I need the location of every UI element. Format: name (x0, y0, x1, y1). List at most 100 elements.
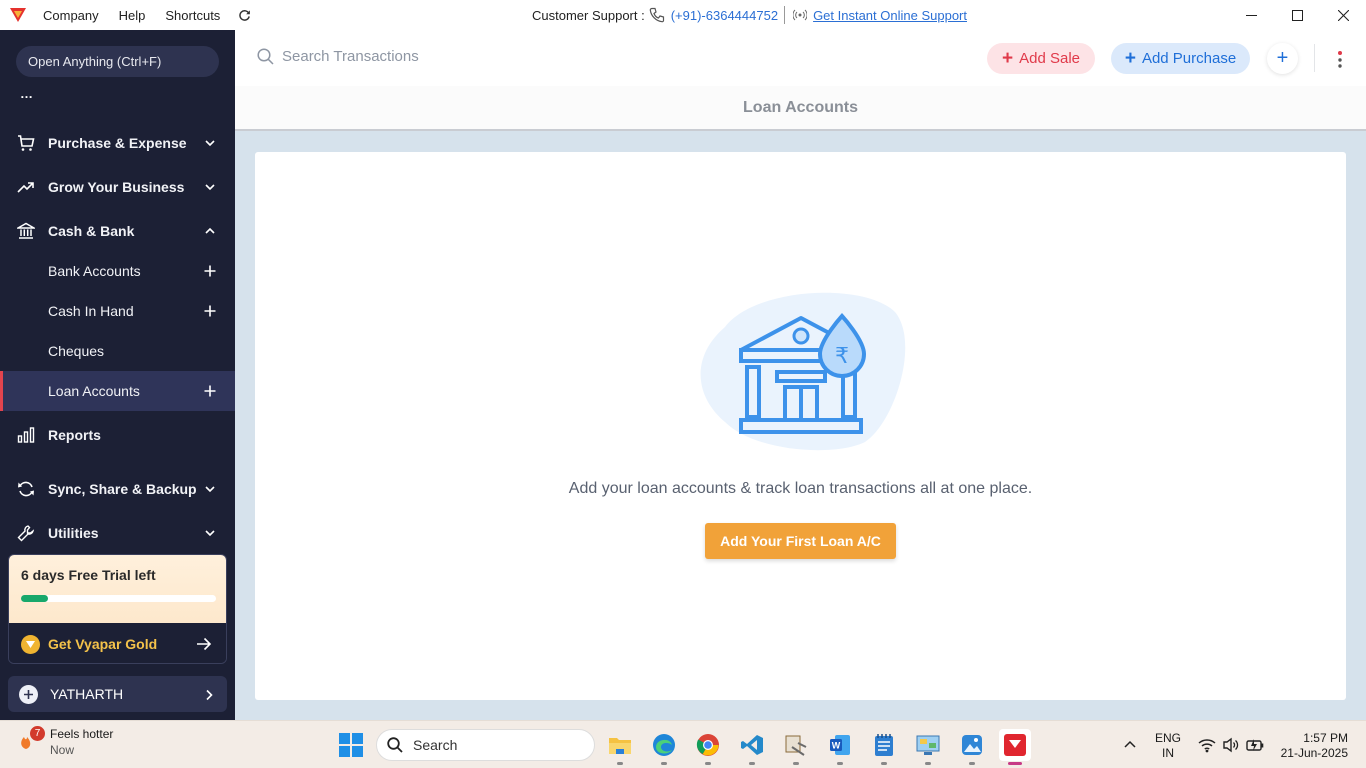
sidebar-item-label: Grow Your Business (48, 179, 185, 195)
taskbar-control-panel[interactable] (912, 729, 944, 765)
taskbar-vscode[interactable] (736, 729, 768, 765)
sidebar-item-purchase-expense[interactable]: Purchase & Expense (0, 123, 235, 163)
taskbar-tools[interactable] (780, 729, 812, 765)
add-first-loan-button[interactable]: Add Your First Loan A/C (705, 523, 896, 559)
add-sale-button[interactable]: + Add Sale (987, 43, 1095, 74)
gold-crown-icon (21, 634, 40, 654)
volume-icon[interactable] (1222, 737, 1240, 753)
menu-shortcuts[interactable]: Shortcuts (165, 8, 220, 23)
wifi-icon[interactable] (1198, 737, 1216, 753)
chevron-down-icon (205, 140, 215, 147)
plus-icon: + (1002, 47, 1014, 69)
sidebar-item-reports[interactable]: Reports (0, 415, 235, 455)
menu-help[interactable]: Help (119, 8, 146, 23)
add-cash-plus-icon[interactable] (204, 305, 216, 317)
sync-icon (18, 481, 34, 497)
chevron-up-icon (205, 227, 215, 234)
trending-up-icon (17, 182, 34, 193)
sidebar-item-sync-share-backup[interactable]: Sync, Share & Backup (0, 469, 235, 509)
online-support-link[interactable]: Get Instant Online Support (793, 8, 967, 23)
trial-info: 6 days Free Trial left (9, 555, 226, 623)
clock-time: 1:57 PM (1303, 731, 1348, 745)
broadcast-icon (793, 9, 808, 21)
quick-add-button[interactable]: + (1267, 43, 1298, 74)
sidebar-item-cash-in-hand[interactable]: Cash In Hand (0, 291, 235, 331)
weather-widget[interactable]: 7 Feels hotter Now (18, 726, 113, 757)
add-company-icon (19, 684, 38, 704)
minimize-icon (1245, 14, 1257, 16)
close-icon (1337, 9, 1349, 21)
sidebar-scroll-ellipsis: … (20, 86, 33, 101)
weather-text: Feels hotter Now (50, 727, 113, 757)
company-switcher[interactable]: YATHARTH (8, 676, 227, 712)
running-indicator (793, 762, 799, 765)
weather-sub: Now (50, 743, 75, 757)
sidebar-item-label: Purchase & Expense (48, 135, 187, 151)
taskbar-search[interactable]: Search (376, 729, 595, 761)
word-icon: W (830, 735, 850, 755)
add-bank-account-plus-icon[interactable] (204, 265, 216, 277)
sidebar-item-bank-accounts[interactable]: Bank Accounts (0, 251, 235, 291)
plus-icon: + (1276, 47, 1289, 69)
system-clock[interactable]: 1:57 PM 21-Jun-2025 (1276, 731, 1348, 761)
taskbar-vyapar[interactable] (999, 729, 1031, 765)
support-divider (784, 6, 786, 24)
get-vyapar-gold-button[interactable]: Get Vyapar Gold (9, 623, 226, 663)
menu-company[interactable]: Company (43, 8, 99, 23)
sidebar-item-utilities[interactable]: Utilities (0, 513, 235, 553)
battery-icon[interactable] (1246, 737, 1264, 753)
top-toolbar: Search Transactions + Add Sale + Add Pur… (235, 30, 1366, 86)
tools-icon (785, 735, 807, 756)
support-phone-number: (+91)-6364444752 (670, 7, 779, 23)
sidebar-item-label: Loan Accounts (48, 383, 140, 399)
taskbar-notepad[interactable] (868, 729, 900, 765)
minimize-button[interactable] (1228, 0, 1274, 30)
chevron-right-icon (206, 689, 213, 701)
running-indicator (617, 762, 623, 765)
taskbar-photos[interactable] (956, 729, 988, 765)
more-options-icon[interactable] (1332, 50, 1350, 70)
sidebar-item-label: Sync, Share & Backup (48, 481, 197, 497)
taskbar-chrome[interactable] (692, 729, 724, 765)
trial-progress-fill (21, 595, 49, 602)
running-indicator (837, 762, 843, 765)
taskbar-file-explorer[interactable] (604, 729, 636, 765)
customer-support: Customer Support : (+91)-6364444752 Get … (532, 0, 967, 30)
search-transactions[interactable]: Search Transactions (257, 48, 419, 65)
windows-start-icon[interactable] (339, 733, 363, 757)
search-placeholder: Search Transactions (282, 48, 419, 65)
search-icon (257, 48, 274, 65)
chevron-down-icon (205, 486, 215, 493)
taskbar-word[interactable]: W (824, 729, 856, 765)
sidebar-item-loan-accounts[interactable]: Loan Accounts (0, 371, 235, 411)
rupee-symbol: ₹ (835, 344, 849, 369)
maximize-icon (1291, 9, 1303, 21)
search-icon (387, 737, 403, 753)
reports-icon (17, 427, 35, 443)
sidebar-item-label: Bank Accounts (48, 263, 141, 279)
language-indicator[interactable]: ENG IN (1155, 731, 1181, 761)
folder-icon (609, 738, 631, 754)
running-indicator (1008, 762, 1022, 765)
add-loan-plus-icon[interactable] (204, 385, 216, 397)
clock-date: 21-Jun-2025 (1280, 746, 1348, 760)
maximize-button[interactable] (1274, 0, 1320, 30)
chrome-browser-icon (696, 734, 719, 756)
close-button[interactable] (1320, 0, 1366, 30)
show-hidden-icons-chevron-icon[interactable] (1124, 739, 1136, 749)
sidebar-item-cheques[interactable]: Cheques (0, 331, 235, 371)
taskbar-edge[interactable] (648, 729, 680, 765)
running-indicator (925, 762, 931, 765)
support-phone[interactable]: (+91)-6364444752 (649, 7, 778, 23)
sidebar-item-cash-bank[interactable]: Cash & Bank (0, 211, 235, 251)
refresh-icon[interactable] (238, 9, 251, 22)
photos-icon (962, 735, 982, 755)
running-indicator (705, 762, 711, 765)
vyapar-app-icon (1004, 734, 1026, 756)
toolbar-divider (1314, 44, 1315, 72)
add-purchase-label: Add Purchase (1141, 50, 1237, 67)
add-purchase-button[interactable]: + Add Purchase (1111, 43, 1250, 74)
sidebar-item-grow-business[interactable]: Grow Your Business (0, 167, 235, 207)
thermometer-icon: 7 (18, 726, 45, 753)
open-anything-search[interactable]: Open Anything (Ctrl+F) (16, 46, 219, 77)
